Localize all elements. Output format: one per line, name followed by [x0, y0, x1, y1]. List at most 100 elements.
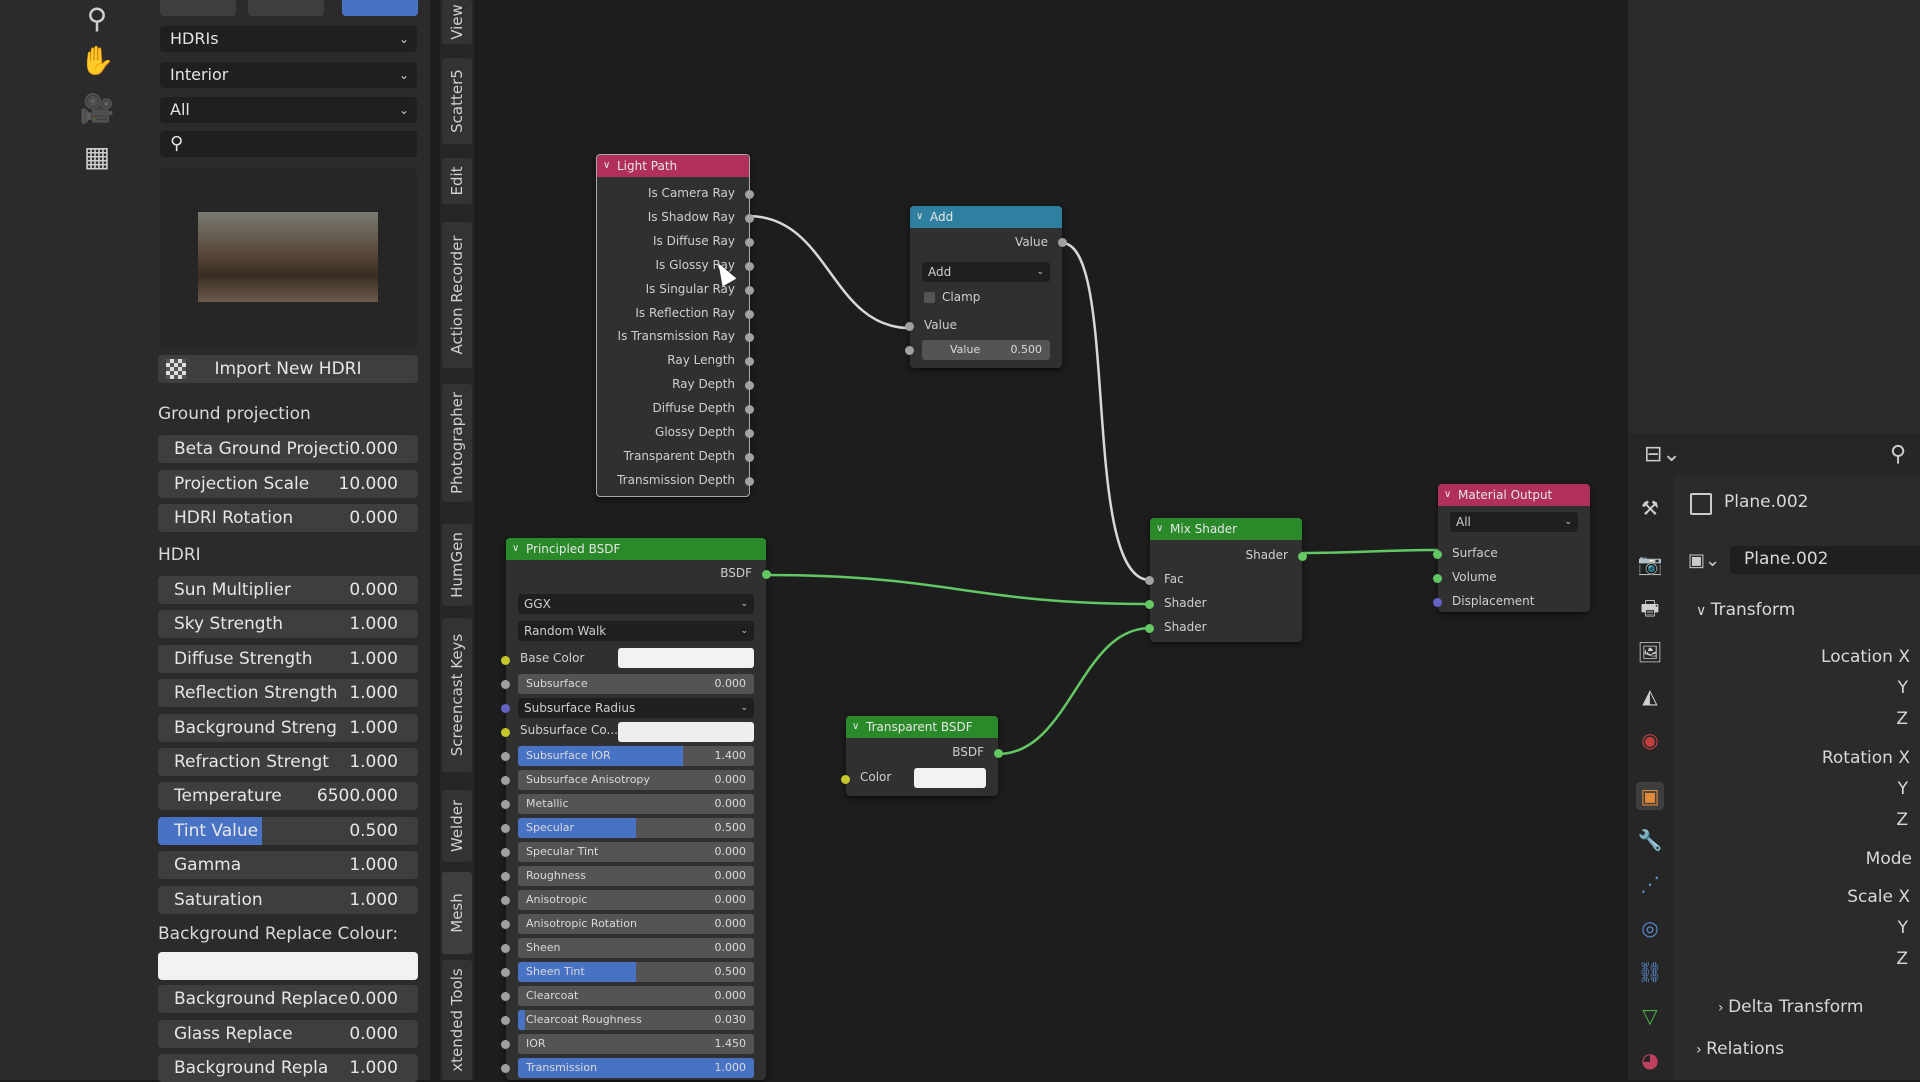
subsurface-field[interactable]: Subsurface 0.000 — [518, 674, 754, 694]
world-icon[interactable]: ◉ — [1636, 726, 1664, 754]
principled-input-socket[interactable] — [501, 824, 510, 833]
output-icon[interactable]: 🖶 — [1636, 594, 1664, 622]
editor-type-icon[interactable]: ⊟⌄ — [1644, 442, 1681, 467]
light-path-output-socket[interactable] — [745, 213, 754, 223]
principled-output-socket[interactable] — [762, 570, 771, 579]
light-path-header[interactable]: Light Path — [597, 155, 749, 177]
add-input-socket-2[interactable] — [905, 346, 914, 355]
mix-shader-node[interactable]: Mix Shader Shader Fac Shader Shader — [1145, 518, 1307, 642]
subsurface-radius-socket[interactable] — [501, 704, 510, 713]
subsurface-socket[interactable] — [501, 680, 510, 689]
transparent-color-socket[interactable] — [841, 775, 850, 784]
material-icon[interactable]: ◕ — [1636, 1046, 1664, 1074]
scene-icon[interactable]: ◭ — [1636, 682, 1664, 710]
principled-input-socket[interactable] — [501, 752, 510, 761]
volume-socket[interactable] — [1433, 574, 1442, 583]
base-color-swatch[interactable] — [618, 648, 754, 668]
displacement-socket[interactable] — [1433, 598, 1442, 607]
transparent-output-socket[interactable] — [994, 749, 1003, 758]
principled-roughness-field[interactable]: Roughness 0.000 — [518, 866, 754, 886]
light-path-output-socket[interactable] — [745, 476, 754, 486]
light-path-output-socket[interactable] — [745, 237, 754, 247]
add-input-socket-1[interactable] — [905, 322, 914, 331]
light-path-output-socket[interactable] — [745, 429, 754, 438]
principled-anisotropic-field[interactable]: Anisotropic 0.000 — [518, 890, 754, 910]
subsurface-method-dropdown[interactable]: Random Walk ⌄ — [518, 621, 754, 641]
light-path-output-socket[interactable] — [745, 309, 754, 319]
mix-fac-socket[interactable] — [1145, 576, 1154, 585]
principled-metallic-field[interactable]: Metallic 0.000 — [518, 794, 754, 814]
principled-header[interactable]: Principled BSDF — [506, 538, 766, 560]
mix-shader-socket-1[interactable] — [1145, 600, 1154, 609]
material-output-node[interactable]: Material Output All⌄ Surface Volume Disp… — [1433, 484, 1590, 612]
principled-input-socket[interactable] — [501, 944, 510, 953]
principled-specular-tint-field[interactable]: Specular Tint 0.000 — [518, 842, 754, 862]
distribution-dropdown[interactable]: GGX ⌄ — [518, 594, 754, 614]
light-path-output-socket[interactable] — [745, 452, 754, 462]
light-path-output-socket[interactable] — [745, 285, 754, 295]
mix-output-socket[interactable] — [1298, 552, 1307, 561]
principled-specular-field[interactable]: Specular 0.500 — [518, 818, 754, 838]
search-icon[interactable]: ⚲ — [1890, 442, 1906, 467]
view-layer-icon[interactable]: 🖼 — [1636, 638, 1664, 666]
object-name[interactable]: Plane.002 — [1724, 492, 1808, 512]
principled-input-socket[interactable] — [501, 848, 510, 857]
base-color-socket[interactable] — [501, 656, 510, 665]
output-header[interactable]: Material Output — [1438, 484, 1590, 506]
principled-transmission-field[interactable]: Transmission 1.000 — [518, 1058, 754, 1078]
data-icon[interactable]: ▽ — [1636, 1002, 1664, 1030]
add-output-socket[interactable] — [1058, 238, 1067, 247]
modifier-icon[interactable]: 🔧 — [1636, 826, 1664, 854]
light-path-output-socket[interactable] — [745, 190, 754, 199]
principled-input-socket[interactable] — [501, 896, 510, 905]
subsurface-color-socket[interactable] — [501, 728, 510, 737]
principled-bsdf-node[interactable]: Principled BSDF BSDF GGX⌄ Random Walk⌄ B… — [501, 538, 771, 1080]
add-header[interactable]: Add — [910, 206, 1062, 228]
principled-clearcoat-roughness-field[interactable]: Clearcoat Roughness 0.030 — [518, 1010, 754, 1030]
principled-input-socket[interactable] — [501, 872, 510, 881]
light-path-output-socket[interactable] — [745, 261, 754, 271]
transparent-bsdf-node[interactable]: Transparent BSDF BSDF Color — [841, 716, 1003, 796]
constraints-icon[interactable]: ⛓ — [1636, 958, 1664, 986]
mix-header[interactable]: Mix Shader — [1150, 518, 1302, 540]
mix-shader-socket-2[interactable] — [1145, 624, 1154, 633]
rotation-y-label: Y — [1897, 779, 1908, 799]
surface-socket[interactable] — [1433, 550, 1442, 559]
subsurface-color-swatch[interactable] — [618, 722, 754, 742]
particles-icon[interactable]: ⋰ — [1636, 870, 1664, 898]
principled-sheen-field[interactable]: Sheen 0.000 — [518, 938, 754, 958]
output-target-dropdown[interactable]: All ⌄ — [1450, 512, 1578, 532]
principled-input-socket[interactable] — [501, 800, 510, 809]
principled-input-socket[interactable] — [501, 920, 510, 929]
transparent-color-swatch[interactable] — [914, 768, 986, 788]
clamp-checkbox[interactable] — [924, 292, 935, 303]
tool-icon[interactable]: ⚒ — [1636, 494, 1664, 522]
relations-toggle[interactable]: › Relations — [1696, 1039, 1784, 1059]
object-browse-icon[interactable]: ▣⌄ — [1688, 550, 1720, 571]
principled-subsurface-anisotropy-field[interactable]: Subsurface Anisotropy 0.000 — [518, 770, 754, 790]
light-path-output-label: Ray Length — [667, 353, 735, 368]
subsurface-radius-dropdown[interactable]: Subsurface Radius ⌄ — [518, 698, 754, 718]
principled-clearcoat-field[interactable]: Clearcoat 0.000 — [518, 986, 754, 1006]
transform-panel-toggle[interactable]: ∨ Transform — [1696, 600, 1795, 620]
principled-input-socket[interactable] — [501, 968, 510, 977]
principled-ior-field[interactable]: IOR 1.450 — [518, 1034, 754, 1054]
add-operation-dropdown[interactable]: Add ⌄ — [922, 262, 1050, 282]
principled-input-socket[interactable] — [501, 1064, 510, 1073]
object-icon[interactable]: ▣ — [1636, 782, 1664, 810]
add-node[interactable]: Add Value Add⌄ Clamp Value Value0.500 — [905, 206, 1067, 368]
principled-input-socket[interactable] — [501, 776, 510, 785]
principled-sheen-tint-field[interactable]: Sheen Tint 0.500 — [518, 962, 754, 982]
delta-transform-toggle[interactable]: › Delta Transform — [1718, 997, 1863, 1017]
principled-subsurface-ior-field[interactable]: Subsurface IOR 1.400 — [518, 746, 754, 766]
transparent-output-label: BSDF — [952, 745, 984, 759]
transparent-header[interactable]: Transparent BSDF — [846, 716, 998, 738]
principled-anisotropic-rotation-field[interactable]: Anisotropic Rotation 0.000 — [518, 914, 754, 934]
principled-input-socket[interactable] — [501, 992, 510, 1001]
principled-input-socket[interactable] — [501, 1040, 510, 1049]
light-path-node[interactable]: Light Path Is Camera Ray Is Shadow Ray Is … — [596, 154, 754, 497]
add-value-field[interactable]: Value 0.500 — [922, 340, 1050, 360]
physics-icon[interactable]: ◎ — [1636, 914, 1664, 942]
principled-input-socket[interactable] — [501, 1016, 510, 1025]
render-icon[interactable]: 📷 — [1636, 550, 1664, 578]
